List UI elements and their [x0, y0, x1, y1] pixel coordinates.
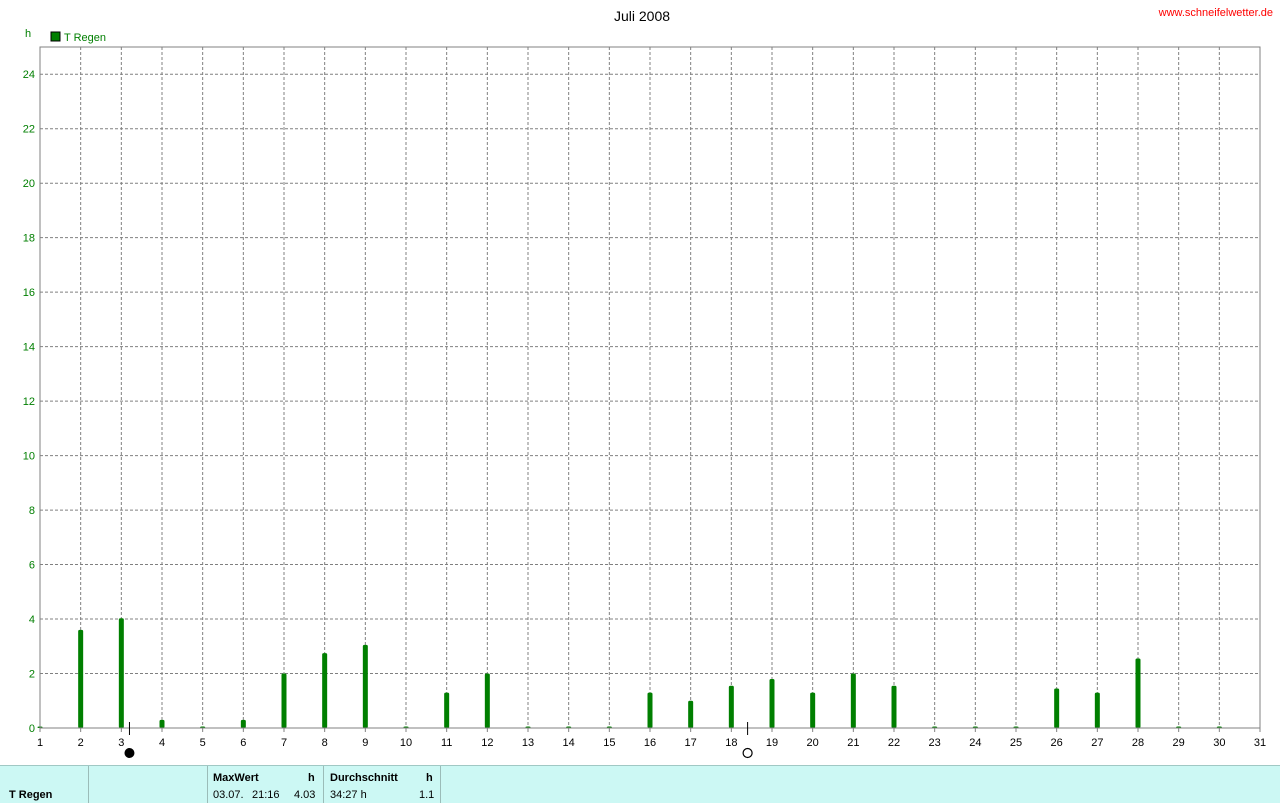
- x-tick-label: 24: [969, 737, 981, 749]
- x-tick-label: 18: [725, 737, 737, 749]
- y-tick-label: 8: [29, 505, 35, 517]
- x-tick-label: 23: [929, 737, 941, 749]
- x-tick-label: 2: [78, 737, 84, 749]
- x-tick-label: 16: [644, 737, 656, 749]
- y-tick-label: 24: [23, 69, 35, 81]
- x-tick-label: 15: [603, 737, 615, 749]
- bar: [159, 719, 165, 728]
- y-tick-label: 2: [29, 669, 35, 681]
- x-tick-label: 21: [847, 737, 859, 749]
- x-tick-label: 28: [1132, 737, 1144, 749]
- max-value-date: 03.07.: [213, 789, 244, 801]
- x-tick-label: 19: [766, 737, 778, 749]
- x-tick-label: 31: [1254, 737, 1266, 749]
- bar: [484, 673, 490, 728]
- full-moon-icon: [742, 747, 753, 759]
- y-tick-label: 14: [23, 342, 35, 354]
- bar: [891, 685, 897, 728]
- bar: [118, 618, 124, 728]
- x-tick-label: 14: [563, 737, 575, 749]
- footer-series-name: T Regen: [9, 789, 53, 801]
- bar: [1054, 688, 1060, 728]
- bar: [78, 629, 84, 728]
- x-tick-label: 4: [159, 737, 165, 749]
- bar: [1135, 658, 1141, 728]
- bar: [444, 692, 450, 728]
- summary-footer: T Regen MaxWert h 03.07. 21:16 4.03 Durc…: [0, 765, 1280, 803]
- y-tick-label: 16: [23, 287, 35, 299]
- rain-duration-chart: Juli 2008 www.schneifelwetter.de h T Reg…: [23, 7, 1273, 759]
- average-total: 34:27 h: [330, 789, 367, 801]
- x-tick-label: 30: [1213, 737, 1225, 749]
- legend-swatch: [50, 31, 61, 42]
- y-tick-label: 10: [23, 451, 35, 463]
- x-tick-label: 7: [281, 737, 287, 749]
- x-tick-label: 26: [1051, 737, 1063, 749]
- max-value-time: 21:16: [252, 789, 280, 801]
- x-tick-label: 20: [807, 737, 819, 749]
- bar: [281, 673, 287, 728]
- new-moon-icon: [124, 748, 135, 758]
- max-value-unit: h: [308, 772, 315, 784]
- y-tick-label: 0: [29, 723, 35, 735]
- footer-separator: [207, 766, 208, 803]
- bar: [240, 719, 246, 728]
- average-unit: h: [426, 772, 433, 784]
- moon-phase-markers: [124, 722, 753, 759]
- x-tick-label: 6: [240, 737, 246, 749]
- site-link[interactable]: www.schneifelwetter.de: [1158, 7, 1273, 19]
- average-value: 1.1: [419, 789, 435, 801]
- y-tick-label: 18: [23, 233, 35, 245]
- chart-title: Juli 2008: [614, 8, 670, 24]
- x-tick-label: 11: [441, 737, 452, 749]
- axis-ticks: 0246810121416182022241 2 3 4 5 6 7 8 9 10 11 12 13 14…: [23, 69, 1266, 749]
- x-tick-label: 22: [888, 737, 900, 749]
- x-tick-label: 1: [37, 737, 43, 749]
- footer-separator: [323, 766, 324, 803]
- legend-label: T Regen: [64, 32, 106, 44]
- x-tick-label: 25: [1010, 737, 1022, 749]
- bar: [1094, 692, 1100, 728]
- x-tick-label: 12: [481, 737, 493, 749]
- grid-lines: [40, 47, 1260, 728]
- x-tick-label: 8: [322, 737, 328, 749]
- x-tick-label: 9: [362, 737, 368, 749]
- y-tick-label: 12: [23, 396, 35, 408]
- y-tick-label: 4: [29, 614, 35, 626]
- y-tick-label: 20: [23, 178, 35, 190]
- y-axis-unit-label: h: [25, 28, 31, 40]
- bar: [728, 685, 734, 728]
- y-tick-label: 6: [29, 560, 35, 572]
- footer-separator: [440, 766, 441, 803]
- footer-separator: [88, 766, 89, 803]
- average-header: Durchschnitt: [330, 772, 398, 784]
- bar: [647, 692, 653, 728]
- x-tick-label: 27: [1091, 737, 1103, 749]
- bar: [850, 673, 856, 728]
- x-tick-label: 5: [200, 737, 206, 749]
- bar: [362, 644, 368, 728]
- max-value-header: MaxWert: [213, 772, 259, 784]
- max-value: 4.03: [294, 789, 316, 801]
- x-tick-label: 29: [1173, 737, 1185, 749]
- x-tick-label: 10: [400, 737, 412, 749]
- bar: [810, 692, 816, 728]
- bar: [769, 678, 775, 728]
- x-tick-label: 3: [118, 737, 124, 749]
- x-tick-label: 17: [685, 737, 697, 749]
- bar: [322, 653, 328, 728]
- bar: [688, 700, 694, 728]
- x-tick-label: 13: [522, 737, 534, 749]
- y-tick-label: 22: [23, 124, 35, 136]
